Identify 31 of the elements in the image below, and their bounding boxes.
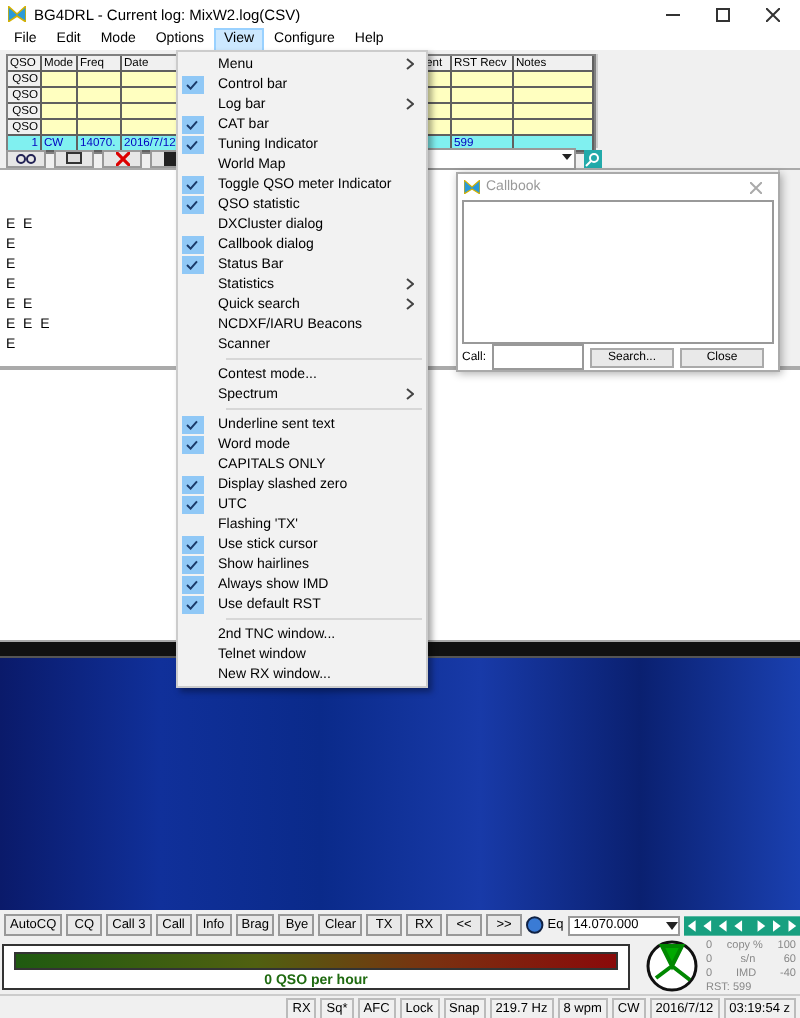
check-icon <box>181 135 203 153</box>
card-icon <box>66 152 82 164</box>
check-icon <box>181 255 203 273</box>
close-icon[interactable] <box>766 7 780 21</box>
check-icon <box>181 575 203 593</box>
binoculars-icon <box>16 152 36 164</box>
check-icon <box>181 175 203 193</box>
chevron-icon <box>406 58 414 70</box>
check-icon <box>181 495 203 513</box>
check-icon <box>181 435 203 453</box>
check-icon <box>181 555 203 573</box>
check-icon <box>181 195 203 213</box>
chevron-icon <box>406 98 414 110</box>
cross-icon <box>115 151 129 165</box>
butterfly-icon <box>464 180 480 194</box>
check-icon <box>181 415 203 433</box>
call-input[interactable] <box>492 344 585 370</box>
check-icon <box>181 75 203 93</box>
scrollbar[interactable] <box>778 170 800 366</box>
check-icon <box>181 535 203 553</box>
check-icon <box>181 235 203 253</box>
chevron-icon <box>406 388 414 400</box>
waterfall-display[interactable] <box>0 642 800 910</box>
check-icon <box>181 595 203 613</box>
tuning-dial-icon <box>646 940 698 992</box>
caret-icon <box>665 919 678 931</box>
butterfly-icon <box>8 6 26 22</box>
check-icon <box>181 475 203 493</box>
maximize-icon[interactable] <box>716 7 730 21</box>
check-icon <box>181 115 203 133</box>
arrow-strip-icon <box>683 915 800 935</box>
